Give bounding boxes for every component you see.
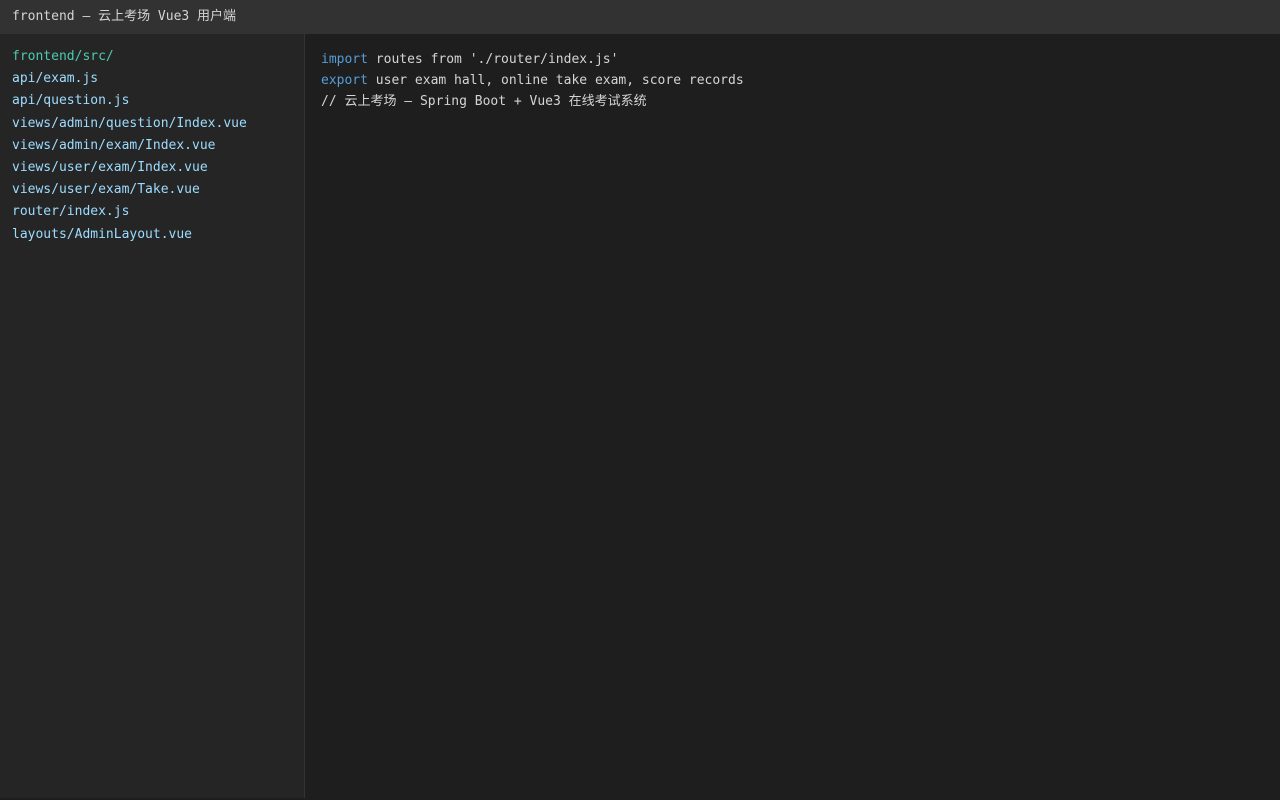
code-line-1: import routes from './router/index.js' (321, 49, 1280, 70)
file-item-user-exam-take[interactable]: views/user/exam/Take.vue (0, 179, 304, 201)
keyword-import: import (321, 52, 368, 67)
file-explorer: frontend/src/ api/exam.js api/question.j… (0, 34, 305, 798)
code-comment: // 云上考场 — Spring Boot + Vue3 在线考试系统 (321, 94, 647, 109)
code-line-3: // 云上考场 — Spring Boot + Vue3 在线考试系统 (321, 91, 1280, 112)
keyword-export: export (321, 73, 368, 88)
code-line-2: export user exam hall, online take exam,… (321, 70, 1280, 91)
file-item-admin-question-index[interactable]: views/admin/question/Index.vue (0, 113, 304, 135)
file-item-router-index[interactable]: router/index.js (0, 201, 304, 223)
workspace: frontend/src/ api/exam.js api/question.j… (0, 34, 1280, 800)
explorer-root-folder[interactable]: frontend/src/ (0, 46, 304, 68)
file-item-admin-layout[interactable]: layouts/AdminLayout.vue (0, 224, 304, 246)
file-item-api-exam[interactable]: api/exam.js (0, 68, 304, 90)
window-title: frontend — 云上考场 Vue3 用户端 (12, 9, 237, 24)
file-item-admin-exam-index[interactable]: views/admin/exam/Index.vue (0, 135, 304, 157)
editor-window: frontend — 云上考场 Vue3 用户端 frontend/src/ a… (0, 0, 1280, 800)
code-text: routes from './router/index.js' (367, 52, 619, 67)
code-text: user exam hall, online take exam, score … (367, 73, 744, 88)
file-item-api-question[interactable]: api/question.js (0, 90, 304, 112)
file-item-user-exam-index[interactable]: views/user/exam/Index.vue (0, 157, 304, 179)
code-editor[interactable]: import routes from './router/index.js' e… (305, 34, 1280, 800)
title-bar: frontend — 云上考场 Vue3 用户端 (0, 0, 1280, 34)
